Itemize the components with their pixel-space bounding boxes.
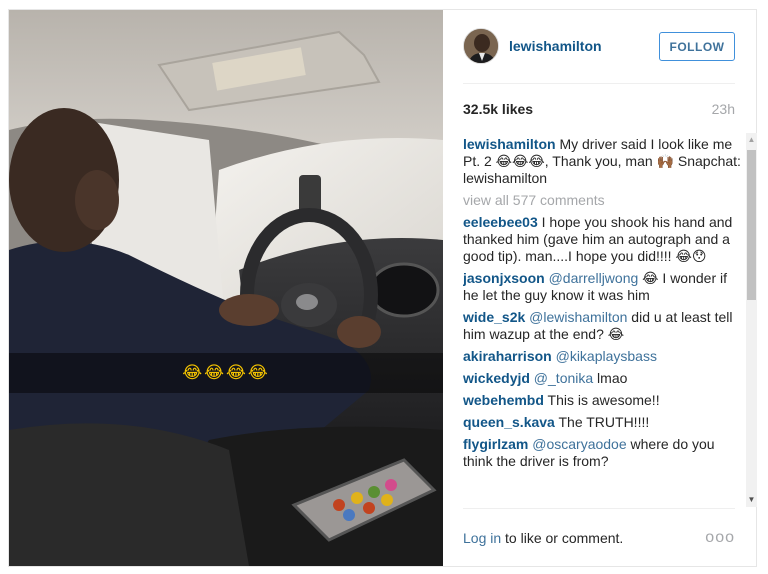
more-options-icon[interactable]: ooo (705, 529, 735, 547)
comment-mention[interactable]: @_tonika (530, 370, 593, 386)
comment-item: akiraharrison @kikaplaysbass (463, 348, 741, 365)
comment-item: jasonjxsoon @darrelljwong 😂 I wonder if … (463, 270, 741, 304)
comment-mention[interactable]: @lewishamilton (525, 309, 627, 325)
post-caption: lewishamilton My driver said I look like… (463, 136, 741, 187)
comment-item: flygirlzam @oscaryaodoe where do you thi… (463, 436, 741, 470)
follow-button[interactable]: FOLLOW (659, 32, 735, 61)
comment-mention[interactable]: @kikaplaysbass (552, 348, 657, 364)
post-header: lewishamilton FOLLOW (463, 27, 735, 84)
scrollbar-thumb[interactable] (747, 150, 756, 300)
comment-username[interactable]: wickedyjd (463, 370, 530, 386)
login-prompt: Log in to like or comment. (463, 530, 623, 546)
video-caption-bar: 😂😂😂😂 (9, 353, 443, 393)
comments-scrollbar[interactable]: ▲ ▼ (746, 133, 757, 507)
login-prompt-text: to like or comment. (501, 530, 624, 546)
comment-item: eeleebee03 I hope you shook his hand and… (463, 214, 741, 265)
comment-username[interactable]: flygirlzam (463, 436, 528, 452)
post-footer: Log in to like or comment. ooo (463, 508, 735, 566)
comment-item: wickedyjd @_tonika lmao (463, 370, 741, 387)
post-dialog: 😂😂😂😂 lewishamilton FOLLOW 32.5k likes 23… (8, 9, 757, 567)
comment-username[interactable]: eeleebee03 (463, 214, 538, 230)
video-frame-image (9, 10, 443, 566)
comment-item: webehembd This is awesome!! (463, 392, 741, 409)
view-all-comments-link[interactable]: view all 577 comments (463, 192, 741, 209)
scroll-up-arrow-icon[interactable]: ▲ (746, 133, 757, 147)
comment-item: queen_s.kava The TRUTH!!!! (463, 414, 741, 431)
post-sidebar: lewishamilton FOLLOW 32.5k likes 23h lew… (443, 10, 757, 566)
post-timestamp[interactable]: 23h (712, 101, 735, 117)
post-username[interactable]: lewishamilton (509, 38, 602, 54)
comment-item: wide_s2k @lewishamilton did u at least t… (463, 309, 741, 343)
comment-username[interactable]: queen_s.kava (463, 414, 555, 430)
comment-username[interactable]: wide_s2k (463, 309, 525, 325)
login-link[interactable]: Log in (463, 530, 501, 546)
comment-text: This is awesome!! (543, 392, 660, 408)
post-video[interactable]: 😂😂😂😂 (9, 10, 443, 566)
comment-mention[interactable]: @oscaryaodoe (528, 436, 626, 452)
comment-mention[interactable]: @darrelljwong (545, 270, 639, 286)
video-caption-emojis: 😂😂😂😂 (182, 363, 270, 383)
likes-count[interactable]: 32.5k likes (463, 101, 533, 117)
comment-text: The TRUTH!!!! (554, 414, 650, 430)
comment-username[interactable]: webehembd (463, 392, 544, 408)
comment-username[interactable]: akiraharrison (463, 348, 552, 364)
post-stats: 32.5k likes 23h (463, 101, 735, 121)
caption-username[interactable]: lewishamilton (463, 136, 556, 152)
comment-text: lmao (593, 370, 628, 386)
avatar-image (464, 29, 498, 63)
scroll-down-arrow-icon[interactable]: ▼ (746, 493, 757, 507)
comments-list: lewishamilton My driver said I look like… (463, 136, 741, 508)
comment-username[interactable]: jasonjxsoon (463, 270, 545, 286)
avatar[interactable] (463, 28, 499, 64)
